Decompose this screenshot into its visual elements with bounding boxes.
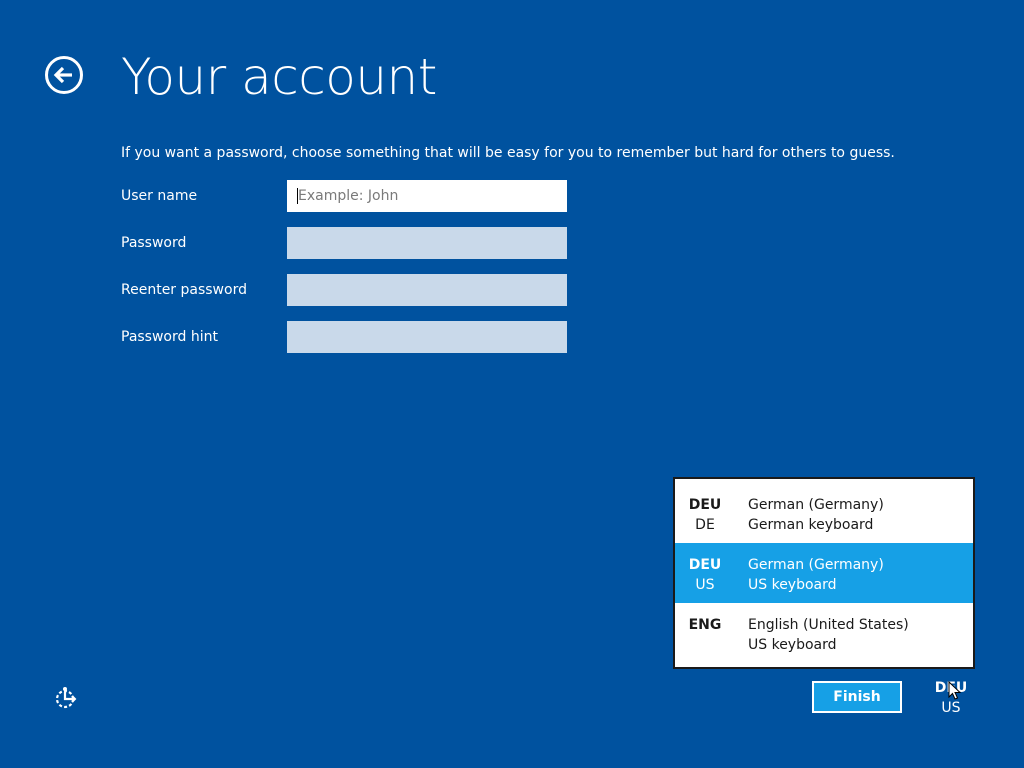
mouse-pointer-icon (948, 680, 962, 701)
username-input[interactable] (287, 180, 567, 212)
language-menu: DEU DE German (Germany) German keyboard … (673, 477, 975, 669)
language-name: German (Germany) (748, 497, 884, 513)
username-row: User name (121, 180, 567, 212)
password-hint-row: Password hint (121, 321, 567, 353)
keyboard-code: DE (695, 517, 715, 533)
language-name: English (United States) (748, 617, 909, 633)
password-input[interactable] (287, 227, 567, 259)
password-label: Password (121, 235, 187, 251)
language-code: DEU (688, 497, 722, 513)
keyboard-name: German keyboard (748, 517, 874, 533)
ease-of-access-icon[interactable] (53, 684, 81, 712)
username-label: User name (121, 188, 198, 204)
instructions-text: If you want a password, choose something… (121, 145, 895, 161)
text-caret (297, 188, 298, 204)
language-code: ENG (688, 617, 722, 633)
reenter-password-input[interactable] (287, 274, 567, 306)
password-row: Password (121, 227, 567, 259)
password-hint-label: Password hint (121, 329, 218, 345)
reenter-password-row: Reenter password (121, 274, 567, 306)
reenter-password-label: Reenter password (121, 282, 247, 298)
back-button[interactable] (45, 56, 83, 94)
language-option-deu-de[interactable]: DEU DE German (Germany) German keyboard (675, 483, 973, 543)
language-option-eng[interactable]: ENG English (United States) US keyboard (675, 603, 973, 663)
language-option-deu-us[interactable]: DEU US German (Germany) US keyboard (675, 543, 973, 603)
password-hint-input[interactable] (287, 321, 567, 353)
finish-button[interactable]: Finish (812, 681, 902, 713)
keyboard-name: US keyboard (748, 577, 837, 593)
language-code: DEU (688, 557, 722, 573)
keyboard-name: US keyboard (748, 637, 837, 653)
page-title: Your account (121, 48, 437, 106)
back-arrow-icon (53, 66, 72, 84)
language-name: German (Germany) (748, 557, 884, 573)
keyboard-code: US (695, 577, 715, 593)
